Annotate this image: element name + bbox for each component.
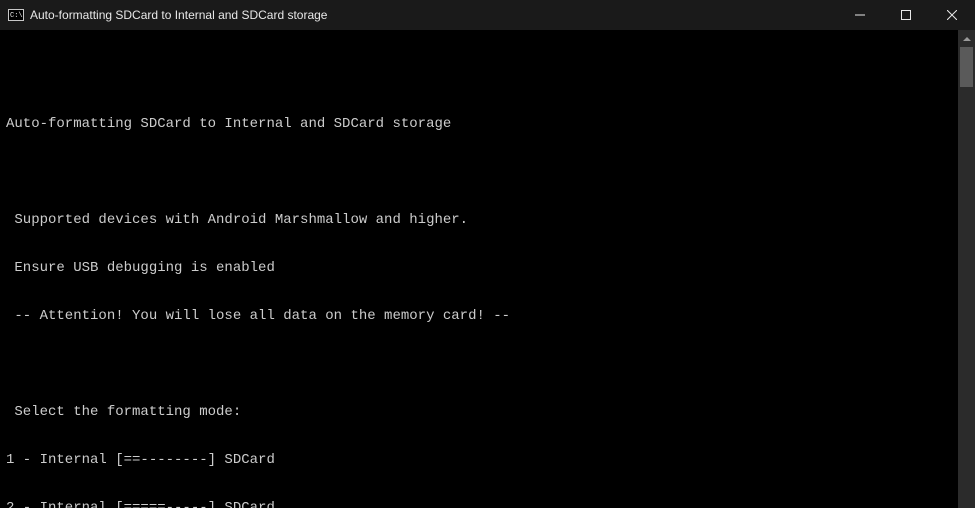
scrollbar-thumb[interactable] [960, 47, 973, 87]
window-title: Auto-formatting SDCard to Internal and S… [30, 8, 327, 22]
scroll-up-arrow-icon[interactable] [958, 30, 975, 47]
terminal-line [6, 356, 958, 372]
terminal-line [6, 164, 958, 180]
close-icon [947, 10, 957, 20]
maximize-icon [901, 10, 911, 20]
terminal-line: Ensure USB debugging is enabled [6, 260, 958, 276]
terminal-line [6, 68, 958, 84]
minimize-icon [855, 10, 865, 20]
terminal-line: Select the formatting mode: [6, 404, 958, 420]
scrollbar-track[interactable] [958, 47, 975, 508]
minimize-button[interactable] [837, 0, 883, 30]
cmd-icon: C:\ [8, 7, 24, 23]
vertical-scrollbar[interactable] [958, 30, 975, 508]
terminal-output[interactable]: Auto-formatting SDCard to Internal and S… [0, 30, 958, 508]
close-button[interactable] [929, 0, 975, 30]
client-area: Auto-formatting SDCard to Internal and S… [0, 30, 975, 508]
svg-text:C:\: C:\ [10, 12, 23, 20]
terminal-line: 2 - Internal [=====-----] SDCard [6, 500, 958, 508]
terminal-line: Auto-formatting SDCard to Internal and S… [6, 116, 958, 132]
maximize-button[interactable] [883, 0, 929, 30]
terminal-line: Supported devices with Android Marshmall… [6, 212, 958, 228]
titlebar[interactable]: C:\ Auto-formatting SDCard to Internal a… [0, 0, 975, 30]
terminal-line: 1 - Internal [==--------] SDCard [6, 452, 958, 468]
app-window: C:\ Auto-formatting SDCard to Internal a… [0, 0, 975, 508]
terminal-line: -- Attention! You will lose all data on … [6, 308, 958, 324]
